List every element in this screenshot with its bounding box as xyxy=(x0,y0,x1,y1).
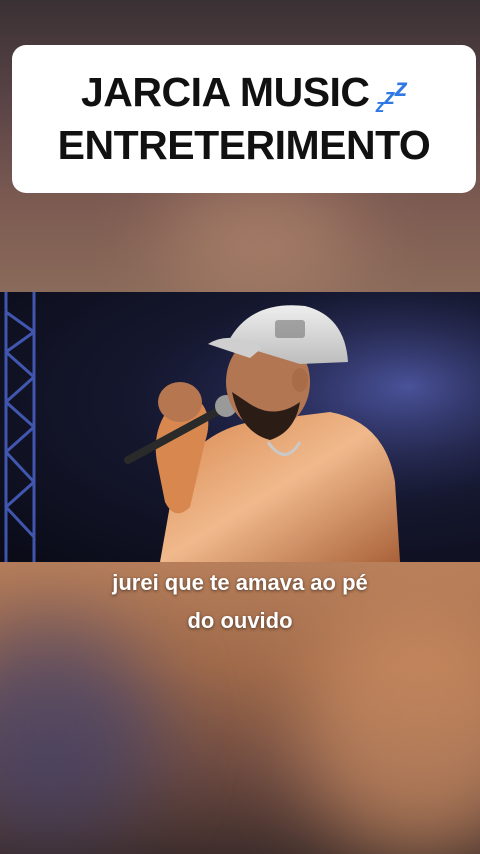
caption-line-1: jurei que te amava ao pé xyxy=(112,570,368,595)
title-card: JARCIA MUSIC zzz ENTRETERIMENTO xyxy=(12,45,476,193)
title-line-1: JARCIA MUSIC zzz xyxy=(80,68,408,116)
background-glow xyxy=(0,620,160,840)
zzz-icon: zzz xyxy=(376,74,408,115)
lyrics-caption: jurei que te amava ao pé do ouvido xyxy=(40,564,440,640)
video-frame[interactable] xyxy=(0,292,480,562)
title-line-2: ENTRETERIMENTO xyxy=(57,122,431,168)
caption-line-2: do ouvido xyxy=(187,608,293,633)
singer-image xyxy=(0,292,480,562)
singer-ear xyxy=(292,368,308,392)
cap-logo xyxy=(275,320,305,338)
singer-hand xyxy=(158,382,202,422)
zzz-letter: z xyxy=(394,71,408,102)
story-screen[interactable]: JARCIA MUSIC zzz ENTRETERIMENTO jurei qu… xyxy=(0,0,480,854)
title-text-1: JARCIA MUSIC xyxy=(80,68,370,115)
zzz-letter: z xyxy=(375,95,385,116)
background-glow xyxy=(160,180,360,300)
zzz-letter: z xyxy=(384,83,395,109)
